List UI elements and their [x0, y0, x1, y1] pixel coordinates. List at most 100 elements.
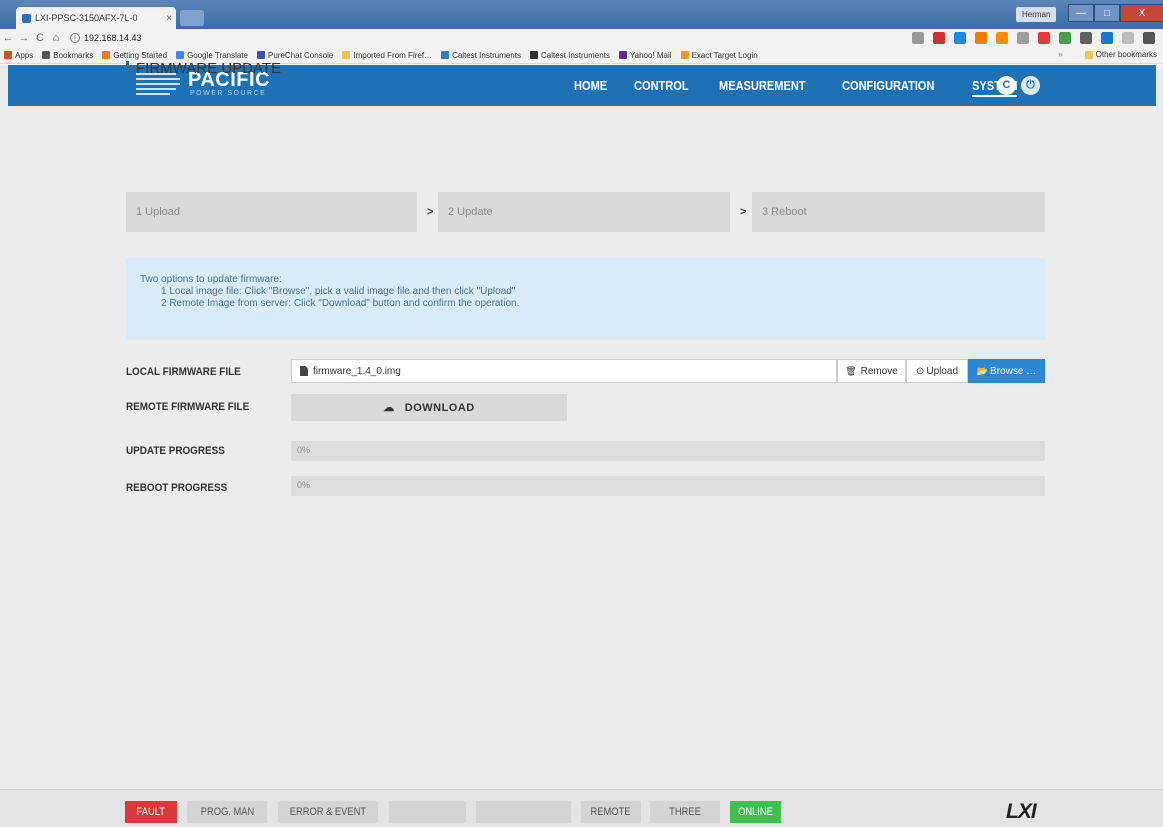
local-firmware-label: LOCAL FIRMWARE FILE	[126, 366, 241, 378]
bookmark-item[interactable]: Bookmarks	[42, 51, 93, 60]
bookmark-label: Caltest Instruments	[452, 50, 521, 60]
reload-icon[interactable]: C	[32, 32, 48, 44]
bookmark-label: PureChat Console	[268, 50, 334, 60]
bookmark-item[interactable]: Getting Started	[102, 51, 167, 60]
minimize-button[interactable]: —	[1068, 4, 1094, 22]
bookmark-icon	[441, 51, 450, 59]
bookmark-label: Apps	[15, 50, 34, 60]
address-bar[interactable]: i 192.168.14.43	[70, 33, 142, 43]
step-arrow: >	[740, 206, 747, 218]
bookmark-icon	[102, 51, 111, 59]
error-event-indicator[interactable]: ERROR & EVENT	[278, 801, 378, 823]
browser-tab[interactable]: LXI-PPSC-3150AFX-7L-0 ×	[16, 7, 176, 29]
ext-orange-icon[interactable]	[975, 32, 987, 44]
star-icon[interactable]	[912, 32, 924, 44]
status-slot-empty	[476, 801, 571, 823]
bookmark-item[interactable]: Google Translate	[176, 51, 248, 60]
reboot-progress-text: 0%	[297, 480, 311, 490]
url-text: 192.168.14.43	[84, 33, 142, 43]
bookmark-icon	[4, 51, 12, 59]
fault-indicator[interactable]: FAULT	[125, 801, 177, 823]
maximize-button[interactable]: □	[1094, 4, 1120, 22]
bookmark-item[interactable]: Caltest Instruments	[441, 51, 521, 60]
cloud-download-icon: ☁	[383, 402, 395, 414]
forward-icon[interactable]: →	[16, 32, 32, 44]
prog-man-indicator[interactable]: PROG. MAN	[187, 801, 267, 823]
lxi-logo: LXI	[1006, 800, 1037, 823]
status-slot-empty	[389, 801, 466, 823]
download-icon[interactable]	[996, 32, 1008, 44]
download-label: DOWNLOAD	[404, 401, 475, 414]
info-icon[interactable]: i	[70, 33, 80, 43]
step-upload: 1 Upload	[126, 192, 417, 232]
bookmark-icon	[680, 51, 689, 59]
bookmark-label: Caltest Instruments	[540, 50, 610, 60]
extension-icons	[903, 32, 1155, 44]
bookmark-icon	[42, 51, 51, 59]
local-firmware-input[interactable]: firmware_1.4_0.img	[291, 359, 837, 383]
reboot-progress-bar: 0%	[291, 476, 1045, 496]
step-update: 2 Update	[438, 192, 730, 232]
bookmark-item[interactable]: Imported From Firef…	[342, 51, 432, 60]
logo-subtext: POWER SOURCE	[190, 90, 267, 97]
upload-label: Upload	[926, 365, 959, 377]
info-option-1: 1 Local image file: Click "Browse", pick…	[161, 286, 516, 297]
window-controls: — □ X	[1068, 4, 1163, 22]
close-window-button[interactable]: X	[1120, 4, 1163, 22]
file-icon	[300, 366, 308, 376]
bookmark-item[interactable]: Apps	[4, 51, 33, 60]
menu-icon[interactable]	[1143, 32, 1155, 44]
status-bar: FAULT PROG. MAN ERROR & EVENT REMOTE THR…	[0, 789, 1163, 827]
upload-button[interactable]: ⊙ Upload	[906, 359, 968, 383]
new-tab-button[interactable]	[180, 10, 204, 26]
remove-button[interactable]: 🗑 Remove	[837, 359, 906, 383]
three-phase-indicator[interactable]: THREE PHASE	[650, 801, 720, 823]
window-titlebar: LXI-PPSC-3150AFX-7L-0 × Herman — □ X	[0, 0, 1163, 29]
step-reboot: 3 Reboot	[752, 192, 1045, 232]
local-firmware-value: firmware_1.4_0.img	[313, 365, 401, 377]
browse-label: Browse …	[990, 365, 1037, 377]
ext-grey-icon[interactable]	[1017, 32, 1029, 44]
power-button[interactable]: ⏻	[1021, 76, 1040, 95]
online-indicator[interactable]: ONLINE	[730, 801, 781, 823]
trash-icon: 🗑	[845, 365, 857, 376]
remote-indicator[interactable]: REMOTE	[581, 801, 641, 823]
upload-icon: ⊙	[915, 365, 925, 377]
bookmark-label: Yahoo! Mail	[629, 50, 672, 60]
bookmark-icon	[618, 51, 627, 59]
bookmark-item[interactable]: Yahoo! Mail	[618, 50, 672, 60]
download-button[interactable]: ☁ DOWNLOAD	[291, 394, 567, 421]
bookmark-label: Google Translate	[187, 50, 248, 60]
bookmark-icon	[529, 51, 538, 59]
ext-square-icon[interactable]	[1122, 32, 1134, 44]
browse-button[interactable]: 📂 Browse …	[968, 359, 1045, 383]
outlook-icon[interactable]	[954, 32, 966, 44]
ext-badge-icon[interactable]	[1101, 32, 1113, 44]
tab-close-icon[interactable]: ×	[162, 13, 176, 24]
more-bookmarks-icon[interactable]: »	[1058, 50, 1062, 59]
nav-configuration[interactable]: CONFIGURATION	[842, 78, 934, 93]
folder-open-icon: 📂	[976, 365, 989, 376]
step-arrow: >	[427, 206, 434, 218]
tab-title: LXI-PPSC-3150AFX-7L-0	[35, 13, 138, 23]
other-bookmarks[interactable]: » Other bookmarks	[1058, 50, 1157, 59]
opera-icon[interactable]	[1038, 32, 1050, 44]
refresh-button[interactable]: C	[997, 76, 1016, 95]
nav-measurement[interactable]: MEASUREMENT	[719, 78, 806, 93]
bookmark-label: Bookmarks	[53, 50, 94, 60]
bookmark-item[interactable]: Exact Target Login	[680, 50, 758, 60]
bookmark-item[interactable]: Caltest Instruments	[529, 50, 610, 60]
bookmark-item[interactable]: PureChat Console	[257, 51, 333, 60]
window-user-badge: Herman	[1016, 7, 1057, 22]
acrobat-icon[interactable]	[933, 32, 945, 44]
back-icon[interactable]: ←	[0, 32, 16, 44]
main-nav: HOME CONTROL MEASUREMENT CONFIGURATION SYSTE…	[574, 65, 1046, 106]
nav-control[interactable]: CONTROL	[634, 78, 689, 93]
update-progress-bar: 0%	[291, 441, 1045, 461]
remove-label: Remove	[860, 365, 898, 377]
home-icon[interactable]: ⌂	[48, 32, 64, 44]
ext-plus-icon[interactable]	[1059, 32, 1071, 44]
nav-home[interactable]: HOME	[574, 78, 607, 93]
ext-person-icon[interactable]	[1080, 32, 1092, 44]
bookmark-label: Exact Target Login	[691, 50, 758, 60]
